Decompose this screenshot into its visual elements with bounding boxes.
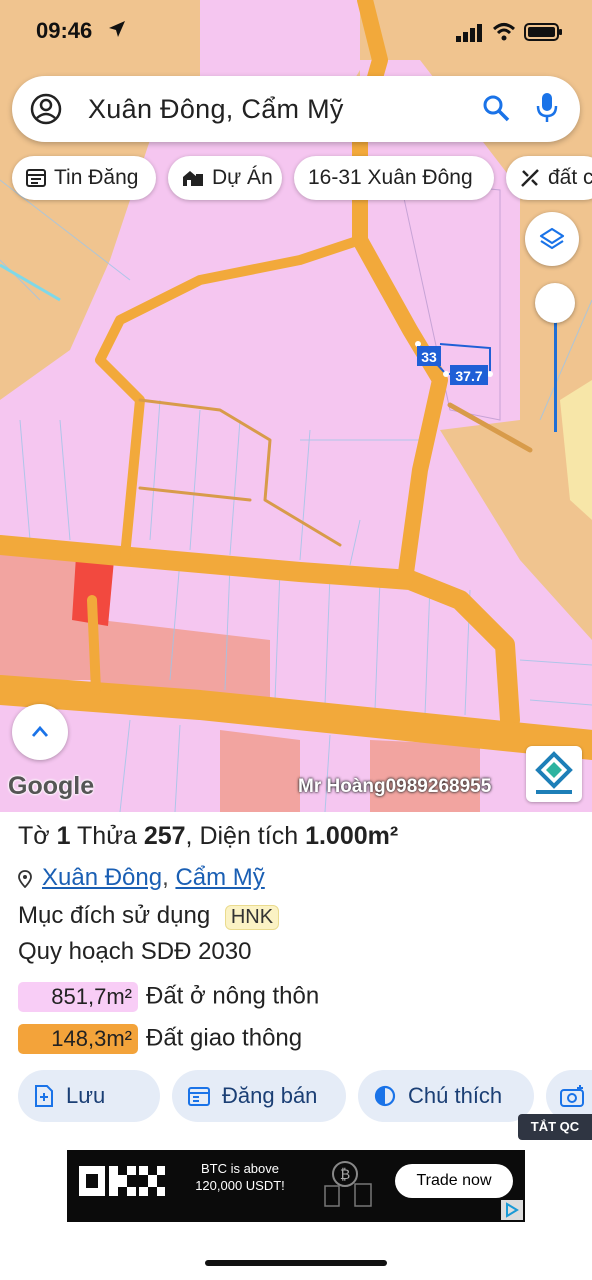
camera-icon bbox=[560, 1085, 584, 1107]
close-ads-button[interactable]: TẮT QC bbox=[518, 1114, 592, 1140]
trade-now-button[interactable]: Trade now bbox=[395, 1164, 513, 1198]
parcel-label: Thửa bbox=[77, 822, 137, 850]
ad-text: BTC is above 120,000 USDT! bbox=[195, 1161, 285, 1193]
okx-logo bbox=[79, 1166, 165, 1196]
save-button[interactable]: Lưu bbox=[18, 1070, 160, 1122]
opacity-slider-knob[interactable] bbox=[535, 283, 575, 323]
adchoices-icon[interactable] bbox=[501, 1200, 523, 1220]
plan-area-swatch: 851,7m² bbox=[18, 982, 138, 1012]
area-value: 1.000m² bbox=[305, 822, 399, 850]
area-label: Diện tích bbox=[199, 822, 299, 850]
listing-icon bbox=[26, 169, 46, 187]
status-time: 09:46 bbox=[36, 18, 93, 43]
chip-land[interactable]: đất c bbox=[506, 156, 592, 200]
ad-banner[interactable]: BTC is above 120,000 USDT! ₿ Trade now bbox=[67, 1150, 525, 1222]
battery-icon bbox=[524, 23, 562, 41]
expand-panel-button[interactable] bbox=[12, 704, 68, 760]
search-query[interactable]: Xuân Đông, Cẩm Mỹ bbox=[88, 94, 344, 125]
layers-icon bbox=[539, 227, 565, 250]
brand-logo bbox=[526, 746, 582, 802]
parcel-address: Xuân Đông, Cẩm Mỹ bbox=[18, 864, 265, 892]
measure-label-1: 33 bbox=[421, 349, 437, 365]
chip-tin-dang[interactable]: Tin Đăng bbox=[12, 156, 156, 200]
chip-label: đất c bbox=[548, 166, 592, 189]
wifi-icon bbox=[492, 23, 516, 41]
status-bar: 09:46 bbox=[0, 0, 592, 64]
district-link[interactable]: Cẩm Mỹ bbox=[175, 864, 264, 891]
post-icon bbox=[188, 1087, 210, 1106]
legend-icon bbox=[374, 1085, 396, 1107]
address-separator: , bbox=[162, 864, 169, 891]
ruler-icon bbox=[521, 169, 539, 187]
chip-lot-range[interactable]: 16-31 Xuân Đông bbox=[294, 156, 494, 200]
post-sale-button[interactable]: Đăng bán bbox=[172, 1070, 346, 1122]
save-label: Lưu bbox=[66, 1083, 106, 1108]
commune-link[interactable]: Xuân Đông bbox=[42, 864, 162, 891]
plan-item-label: Đất giao thông bbox=[146, 1024, 303, 1052]
usage-label: Mục đích sử dụng bbox=[18, 902, 211, 929]
post-label: Đăng bán bbox=[222, 1083, 318, 1108]
legend-label: Chú thích bbox=[408, 1083, 503, 1108]
google-attribution: Google bbox=[8, 772, 95, 800]
plan-item-traffic: 148,3m² Đất giao thông bbox=[18, 1024, 302, 1054]
parcel-number: 257 bbox=[143, 822, 186, 850]
sheet-label: Tờ bbox=[18, 822, 50, 850]
account-icon[interactable] bbox=[30, 93, 62, 125]
location-arrow-icon bbox=[109, 21, 125, 37]
chip-du-an[interactable]: Dự Án bbox=[168, 156, 282, 200]
watermark-text: Mr Hoàng0989268955 bbox=[298, 776, 492, 797]
legend-button[interactable]: Chú thích bbox=[358, 1070, 534, 1122]
parcel-title: Tờ 1 Thửa 257, Diện tích 1.000m² bbox=[18, 822, 399, 850]
svg-text:₿: ₿ bbox=[340, 1166, 350, 1182]
usage-code-badge: HNK bbox=[224, 905, 280, 930]
search-icon[interactable] bbox=[482, 94, 510, 122]
chip-label: Dự Án bbox=[212, 166, 273, 189]
chip-label: Tin Đăng bbox=[54, 166, 139, 189]
measure-label-2: 37.7 bbox=[455, 368, 482, 384]
sheet-number: 1 bbox=[56, 822, 71, 850]
usage-row: Mục đích sử dụng HNK bbox=[18, 902, 280, 930]
chip-label: 16-31 Xuân Đông bbox=[308, 166, 473, 189]
signal-icon bbox=[456, 24, 482, 42]
search-bar[interactable]: Xuân Đông, Cẩm Mỹ bbox=[12, 76, 580, 142]
save-icon bbox=[35, 1085, 53, 1107]
coins-graphic-icon: ₿ bbox=[324, 1161, 372, 1207]
chevron-up-icon bbox=[31, 725, 49, 737]
action-bar: Lưu Đăng bán Chú thích bbox=[0, 1070, 592, 1122]
map-view[interactable]: 33 37.7 09:46 Xuân Đông, Cẩm Mỹ Tin Đăng… bbox=[0, 0, 592, 812]
layers-button[interactable] bbox=[525, 212, 579, 266]
plan-item-label: Đất ở nông thôn bbox=[146, 982, 320, 1010]
home-indicator bbox=[205, 1260, 387, 1266]
microphone-icon[interactable] bbox=[536, 92, 558, 124]
plan-item-residential: 851,7m² Đất ở nông thôn bbox=[18, 982, 319, 1012]
location-pin-icon bbox=[18, 869, 32, 888]
filter-chips: Tin Đăng Dự Án 16-31 Xuân Đông đất c bbox=[0, 156, 592, 202]
ad-disclaimer bbox=[73, 1208, 493, 1216]
plan-area-swatch: 148,3m² bbox=[18, 1024, 138, 1054]
building-icon bbox=[183, 171, 203, 186]
plan-title: Quy hoạch SDĐ 2030 bbox=[18, 938, 252, 965]
